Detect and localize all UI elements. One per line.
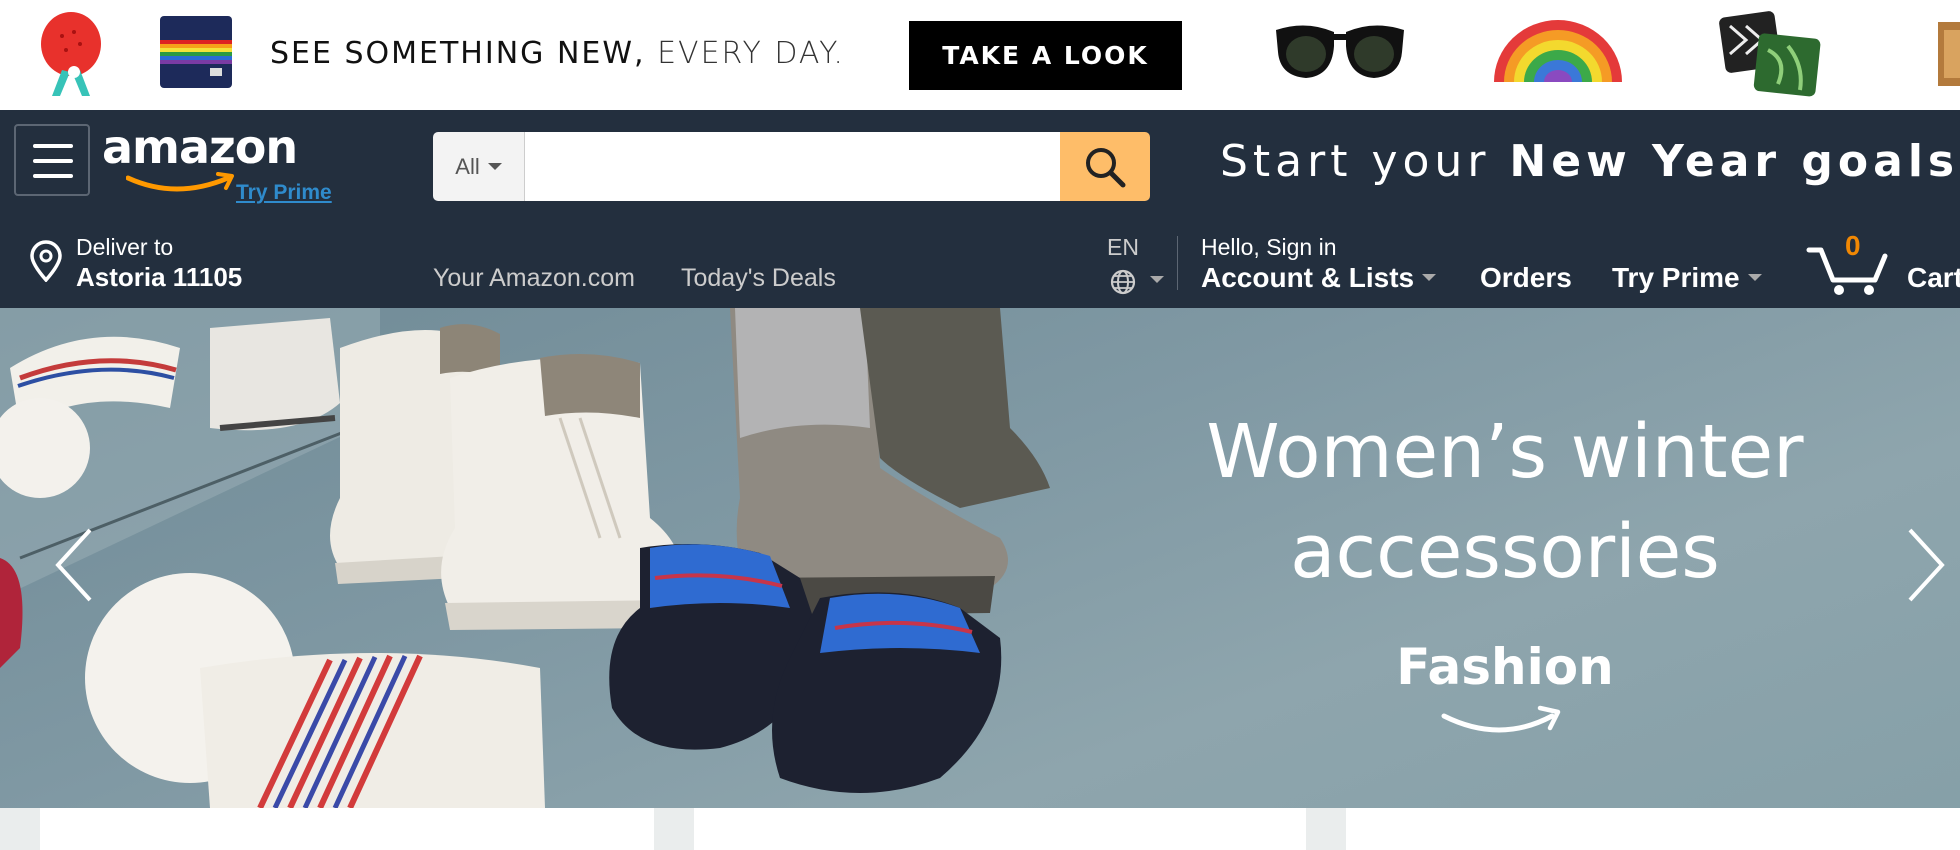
smile-arrow-icon — [126, 172, 234, 192]
pillows-thumbnail[interactable] — [1718, 10, 1824, 98]
search-icon — [1086, 147, 1126, 187]
logo-wordmark: amazon — [102, 120, 298, 174]
content-card[interactable] — [1346, 808, 1960, 850]
hero-brand: Fashion — [1396, 638, 1614, 696]
location-pin-icon — [30, 240, 62, 282]
nav-link-your-amazon[interactable]: Your Amazon.com — [433, 264, 635, 293]
orders-link[interactable]: Orders — [1480, 262, 1572, 294]
promo-tagline: SEE SOMETHING NEW, EVERY DAY. — [270, 36, 845, 71]
deliver-to-address: Astoria 11105 — [76, 262, 243, 292]
search-category-dropdown[interactable]: All — [433, 132, 525, 201]
deliver-to-label: Deliver to — [76, 234, 174, 260]
language-selector[interactable]: EN — [1106, 232, 1170, 295]
account-greeting: Hello, Sign in — [1201, 234, 1337, 260]
smile-arrow-icon — [1441, 705, 1561, 733]
chevron-down-icon — [1422, 274, 1437, 282]
board-thumbnail[interactable] — [1932, 18, 1960, 90]
rainbow-thumbnail[interactable] — [1490, 16, 1626, 86]
hamburger-menu-button[interactable] — [14, 124, 90, 196]
chevron-down-icon — [1747, 274, 1762, 282]
hero-title-line2: accessories — [1290, 508, 1720, 595]
promo-tagline-light: EVERY DAY. — [657, 36, 845, 71]
content-card[interactable] — [694, 808, 1306, 850]
sunglasses-thumbnail[interactable] — [1272, 22, 1408, 86]
account-lists-label: Account & Lists — [1201, 262, 1415, 293]
carousel-next-button[interactable] — [1898, 520, 1958, 610]
promo-banner[interactable]: SEE SOMETHING NEW, EVERY DAY. TAKE A LOO… — [0, 0, 1960, 110]
search-button[interactable] — [1060, 132, 1150, 201]
new-year-promo-banner[interactable]: Start your New Year goals — [1220, 136, 1959, 189]
blanket-thumbnail[interactable] — [158, 14, 234, 90]
take-a-look-button[interactable]: TAKE A LOOK — [909, 21, 1182, 90]
chevron-right-icon — [1908, 528, 1945, 602]
promo-tagline-bold: SEE SOMETHING NEW, — [270, 36, 646, 71]
globe-icon — [1110, 269, 1136, 295]
nav-link-todays-deals[interactable]: Today's Deals — [681, 264, 836, 293]
search-category-label: All — [455, 153, 480, 179]
hero-title-line1: Women’s winter — [1206, 409, 1804, 495]
chevron-down-icon — [1150, 276, 1164, 283]
chevron-left-icon — [55, 528, 92, 602]
cart-count: 0 — [1845, 230, 1861, 261]
banner-text-bold: New Year goals — [1509, 136, 1960, 187]
try-prime-label: Try Prime — [1612, 262, 1740, 293]
nav-bar: amazon Try Prime All Start your New Year… — [0, 110, 1960, 308]
try-prime-link[interactable]: Try Prime — [236, 182, 332, 203]
content-card[interactable] — [40, 808, 654, 850]
amazon-logo[interactable]: amazon Try Prime — [102, 120, 352, 203]
banner-text-normal: Start your — [1220, 136, 1510, 187]
hero-title: Women’s winter accessories — [1140, 403, 1870, 603]
nav-divider — [1177, 236, 1178, 290]
try-prime-menu[interactable]: Try Prime — [1612, 262, 1762, 294]
language-code: EN — [1107, 234, 1139, 260]
chevron-down-icon — [487, 163, 502, 170]
search-input[interactable] — [525, 132, 1060, 201]
cart-button[interactable]: 0 Cart — [1805, 230, 1960, 300]
carousel-prev-button[interactable] — [46, 520, 106, 610]
search-bar: All — [433, 132, 1150, 201]
paddle-thumbnail[interactable] — [34, 10, 108, 98]
hero-carousel[interactable]: Women’s winter accessories Fashion — [0, 308, 1960, 808]
deliver-to-location[interactable]: Deliver to Astoria 11105 — [28, 232, 268, 294]
cart-label: Cart — [1907, 262, 1960, 293]
